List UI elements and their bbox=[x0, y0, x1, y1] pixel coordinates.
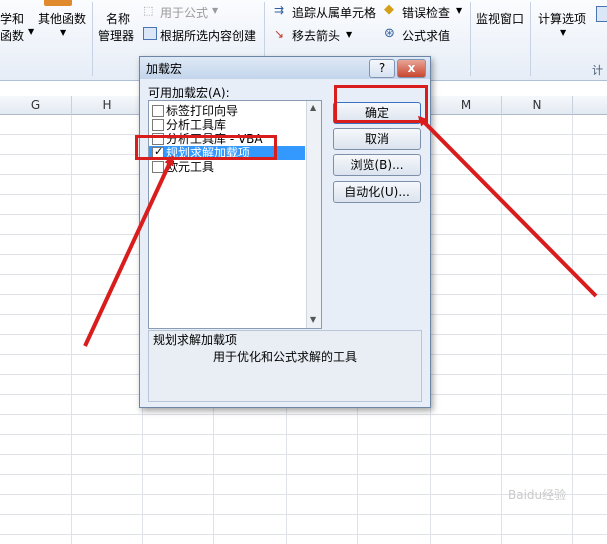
annotation-arrows bbox=[83, 115, 598, 347]
watermark: Baidu经验 bbox=[508, 488, 567, 502]
arrow-to-ok-button bbox=[417, 115, 598, 298]
arrow-to-solver-item bbox=[83, 155, 174, 347]
